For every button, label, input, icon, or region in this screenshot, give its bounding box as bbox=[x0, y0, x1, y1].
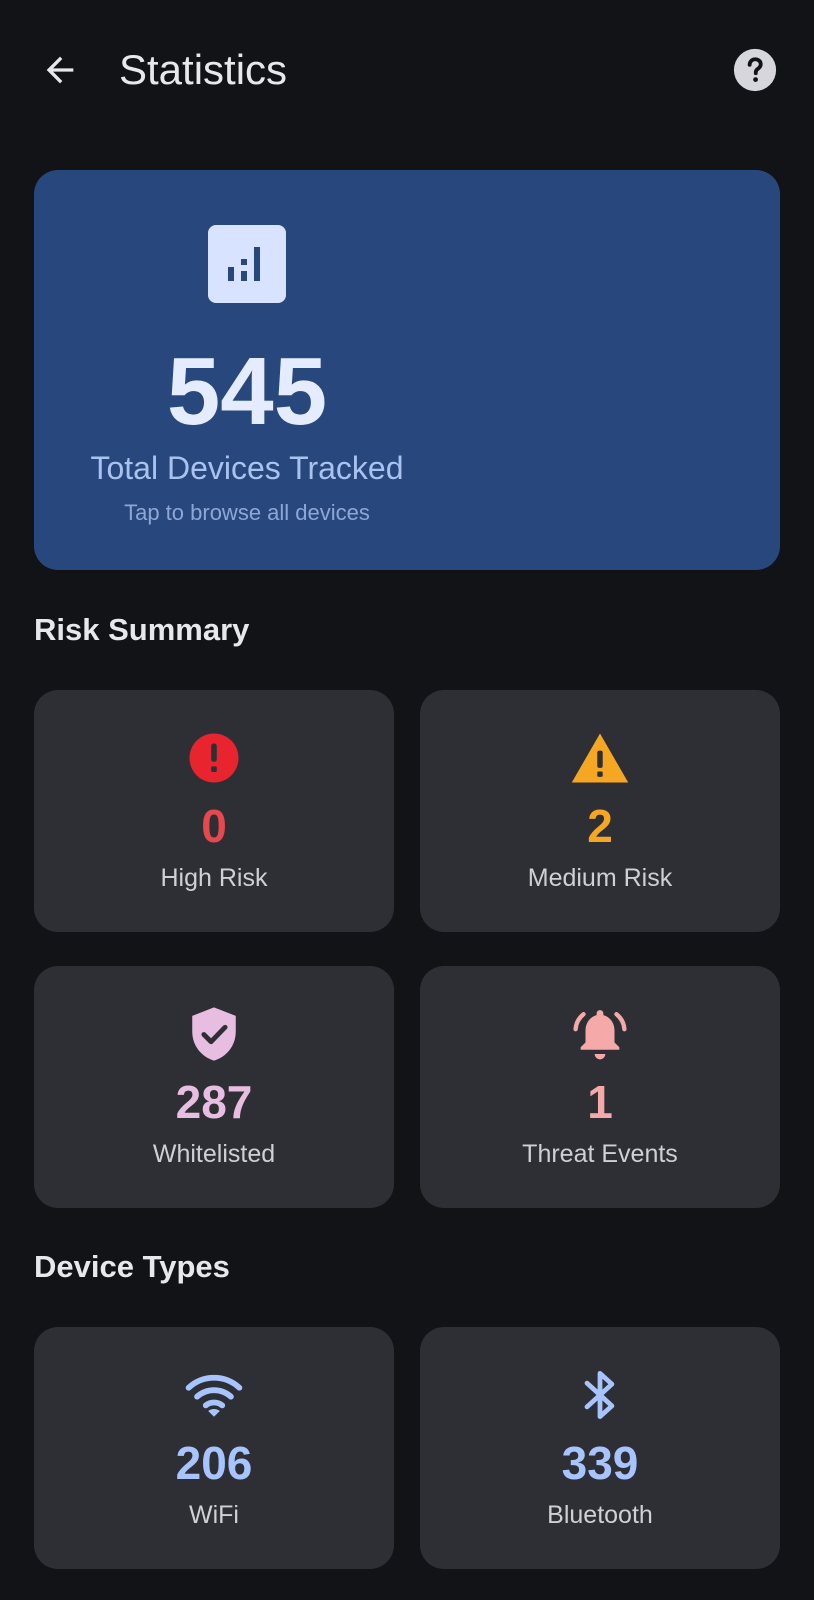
medium-risk-tile[interactable]: 2 Medium Risk bbox=[420, 690, 780, 932]
medium-risk-count: 2 bbox=[587, 800, 613, 852]
shield-check-icon bbox=[184, 1004, 244, 1064]
high-risk-label: High Risk bbox=[160, 864, 268, 892]
threat-events-count: 1 bbox=[587, 1076, 613, 1128]
high-risk-tile[interactable]: 0 High Risk bbox=[34, 690, 394, 932]
bluetooth-count: 339 bbox=[561, 1437, 639, 1489]
statistics-screen: Statistics 545 Total Devices Tracked Tap bbox=[0, 0, 814, 1600]
bluetooth-label: Bluetooth bbox=[547, 1501, 653, 1529]
whitelisted-tile[interactable]: 287 Whitelisted bbox=[34, 966, 394, 1208]
error-icon bbox=[184, 728, 244, 788]
total-devices-label: Total Devices Tracked bbox=[90, 450, 404, 486]
device-types-heading: Device Types bbox=[34, 1249, 230, 1284]
wifi-icon bbox=[184, 1365, 244, 1425]
wifi-label: WiFi bbox=[189, 1501, 239, 1529]
medium-risk-label: Medium Risk bbox=[527, 864, 673, 892]
help-button[interactable] bbox=[731, 46, 779, 94]
bar-chart-icon bbox=[208, 225, 286, 303]
alarm-bell-icon bbox=[570, 1004, 630, 1064]
wifi-count: 206 bbox=[175, 1437, 253, 1489]
whitelisted-count: 287 bbox=[175, 1076, 253, 1128]
threat-events-tile[interactable]: 1 Threat Events bbox=[420, 966, 780, 1208]
top-app-bar: Statistics bbox=[0, 0, 814, 140]
total-devices-content: 545 Total Devices Tracked Tap to browse … bbox=[34, 170, 460, 570]
browse-devices-hint: Tap to browse all devices bbox=[124, 500, 370, 525]
threat-events-label: Threat Events bbox=[522, 1140, 678, 1168]
bluetooth-icon bbox=[570, 1365, 630, 1425]
high-risk-count: 0 bbox=[201, 800, 227, 852]
back-button[interactable] bbox=[34, 44, 86, 96]
page-title: Statistics bbox=[119, 46, 288, 93]
bluetooth-tile[interactable]: 339 Bluetooth bbox=[420, 1327, 780, 1569]
wifi-tile[interactable]: 206 WiFi bbox=[34, 1327, 394, 1569]
whitelisted-label: Whitelisted bbox=[152, 1140, 276, 1168]
total-devices-count: 545 bbox=[166, 338, 328, 445]
arrow-back-icon bbox=[46, 56, 74, 84]
warning-icon bbox=[570, 728, 630, 788]
total-devices-card[interactable]: 545 Total Devices Tracked Tap to browse … bbox=[34, 170, 780, 570]
help-icon bbox=[733, 48, 777, 92]
risk-summary-heading: Risk Summary bbox=[34, 612, 250, 647]
